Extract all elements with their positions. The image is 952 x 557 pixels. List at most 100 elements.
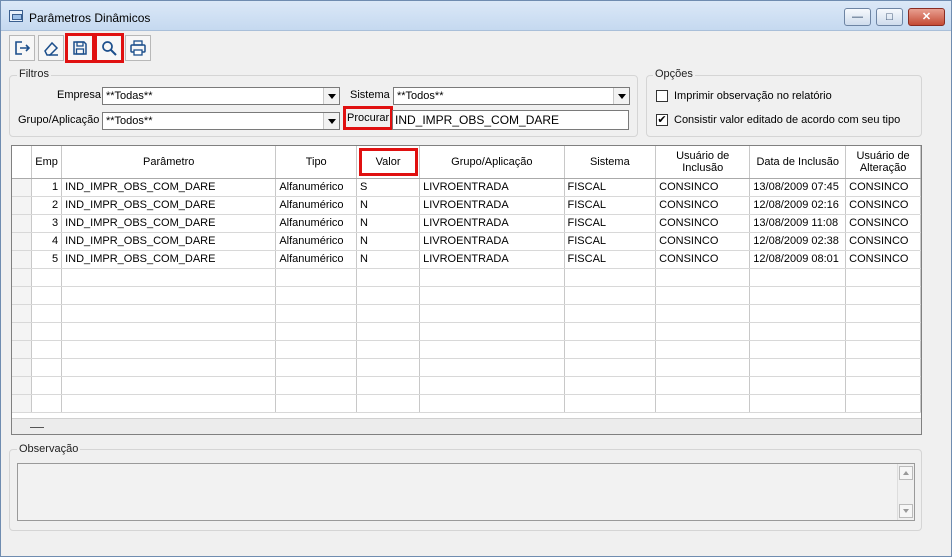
cell-usuario-alteracao[interactable]: [845, 358, 921, 377]
col-grupo-header[interactable]: Grupo/Aplicação: [419, 146, 565, 179]
row-indicator[interactable]: [12, 358, 33, 377]
print-button[interactable]: [125, 35, 151, 61]
title-bar[interactable]: Parâmetros Dinâmicos — □ ✕: [1, 1, 951, 31]
row-indicator[interactable]: [12, 250, 33, 269]
empresa-combo[interactable]: **Todas**: [102, 87, 340, 105]
cell-sistema[interactable]: FISCAL: [564, 232, 657, 251]
cell-emp[interactable]: 2: [31, 196, 63, 215]
row-indicator[interactable]: [12, 340, 33, 359]
cell-usuario-inclusao[interactable]: [655, 340, 751, 359]
cell-parametro[interactable]: [61, 340, 277, 359]
row-indicator[interactable]: [12, 286, 33, 305]
cell-sistema[interactable]: FISCAL: [564, 250, 657, 269]
cell-data-inclusao[interactable]: [749, 268, 847, 287]
row-indicator[interactable]: [12, 394, 33, 413]
cell-parametro[interactable]: [61, 268, 277, 287]
cell-grupo[interactable]: [419, 358, 565, 377]
table-row[interactable]: 2 IND_IMPR_OBS_COM_DARE Alfanumérico N LIVRO…: [12, 196, 921, 215]
cell-valor[interactable]: [356, 340, 421, 359]
exit-button[interactable]: [9, 35, 35, 61]
search-button[interactable]: [94, 33, 124, 63]
save-button[interactable]: [65, 33, 95, 63]
cell-grupo[interactable]: [419, 304, 565, 323]
cell-parametro[interactable]: [61, 304, 277, 323]
cell-data-inclusao[interactable]: [749, 304, 847, 323]
cell-usuario-alteracao[interactable]: [845, 376, 921, 395]
cell-usuario-inclusao[interactable]: [655, 286, 751, 305]
table-row[interactable]: 1 IND_IMPR_OBS_COM_DARE Alfanumérico S LIVRO…: [12, 178, 921, 197]
cell-usuario-alteracao[interactable]: [845, 322, 921, 341]
cell-grupo[interactable]: [419, 268, 565, 287]
cell-sistema[interactable]: [564, 286, 657, 305]
cell-sistema[interactable]: FISCAL: [564, 178, 657, 197]
cell-valor[interactable]: [356, 394, 421, 413]
cell-grupo[interactable]: LIVROENTRADA: [419, 214, 565, 233]
cell-valor[interactable]: N: [356, 214, 421, 233]
cell-tipo[interactable]: Alfanumérico: [275, 232, 358, 251]
cell-parametro[interactable]: [61, 376, 277, 395]
cell-parametro[interactable]: IND_IMPR_OBS_COM_DARE: [61, 232, 277, 251]
cell-grupo[interactable]: [419, 322, 565, 341]
cell-usuario-inclusao[interactable]: CONSINCO: [655, 250, 751, 269]
cell-sistema[interactable]: [564, 376, 657, 395]
cell-grupo[interactable]: LIVROENTRADA: [419, 178, 565, 197]
cell-data-inclusao[interactable]: 13/08/2009 07:45: [749, 178, 847, 197]
cell-valor[interactable]: [356, 376, 421, 395]
cell-usuario-inclusao[interactable]: [655, 358, 751, 377]
observacao-textarea[interactable]: [17, 463, 915, 521]
row-indicator[interactable]: [12, 214, 33, 233]
cell-emp[interactable]: 1: [31, 178, 63, 197]
cell-tipo[interactable]: Alfanumérico: [275, 214, 358, 233]
cell-valor[interactable]: N: [356, 196, 421, 215]
cell-tipo[interactable]: Alfanumérico: [275, 196, 358, 215]
cell-usuario-inclusao[interactable]: [655, 304, 751, 323]
cell-parametro[interactable]: IND_IMPR_OBS_COM_DARE: [61, 196, 277, 215]
cell-emp[interactable]: [31, 322, 63, 341]
cell-data-inclusao[interactable]: 12/08/2009 02:16: [749, 196, 847, 215]
cell-tipo[interactable]: [275, 322, 358, 341]
cell-emp[interactable]: [31, 304, 63, 323]
cell-sistema[interactable]: [564, 340, 657, 359]
chevron-down-icon[interactable]: [613, 88, 629, 104]
cell-data-inclusao[interactable]: [749, 358, 847, 377]
cell-tipo[interactable]: [275, 286, 358, 305]
cell-data-inclusao[interactable]: [749, 376, 847, 395]
cell-valor[interactable]: [356, 286, 421, 305]
scroll-down-icon[interactable]: [899, 504, 913, 518]
cell-usuario-alteracao[interactable]: [845, 304, 921, 323]
close-button[interactable]: ✕: [908, 8, 945, 26]
cell-data-inclusao[interactable]: [749, 394, 847, 413]
col-parametro-header[interactable]: Parâmetro: [61, 146, 277, 179]
parametros-grid[interactable]: Emp Parâmetro Tipo Valor Grupo/Aplicação…: [11, 145, 922, 435]
cell-usuario-alteracao[interactable]: CONSINCO: [845, 214, 921, 233]
col-emp-header[interactable]: Emp: [31, 146, 63, 179]
cell-parametro[interactable]: [61, 322, 277, 341]
cell-data-inclusao[interactable]: [749, 322, 847, 341]
chevron-down-icon[interactable]: [323, 88, 339, 104]
cell-emp[interactable]: 5: [31, 250, 63, 269]
cell-emp[interactable]: [31, 376, 63, 395]
cell-sistema[interactable]: [564, 394, 657, 413]
table-row[interactable]: [12, 394, 921, 413]
consistir-valor-checkbox[interactable]: ✔: [656, 114, 668, 126]
cell-data-inclusao[interactable]: [749, 286, 847, 305]
cell-valor[interactable]: N: [356, 232, 421, 251]
cell-sistema[interactable]: [564, 322, 657, 341]
cell-emp[interactable]: [31, 394, 63, 413]
cell-grupo[interactable]: LIVROENTRADA: [419, 250, 565, 269]
table-row[interactable]: [12, 376, 921, 395]
grupo-aplicacao-combo[interactable]: **Todos**: [102, 112, 340, 130]
cell-emp[interactable]: 3: [31, 214, 63, 233]
cell-usuario-alteracao[interactable]: [845, 340, 921, 359]
row-indicator[interactable]: [12, 232, 33, 251]
cell-usuario-alteracao[interactable]: [845, 268, 921, 287]
col-valor-header[interactable]: Valor: [356, 146, 421, 179]
cell-parametro[interactable]: IND_IMPR_OBS_COM_DARE: [61, 178, 277, 197]
cell-grupo[interactable]: [419, 340, 565, 359]
cell-parametro[interactable]: [61, 286, 277, 305]
cell-data-inclusao[interactable]: 12/08/2009 02:38: [749, 232, 847, 251]
vertical-scrollbar[interactable]: [897, 464, 914, 520]
cell-valor[interactable]: [356, 322, 421, 341]
cell-usuario-inclusao[interactable]: [655, 394, 751, 413]
col-usuario-inclusao-header[interactable]: Usuário de Inclusão: [655, 146, 751, 179]
